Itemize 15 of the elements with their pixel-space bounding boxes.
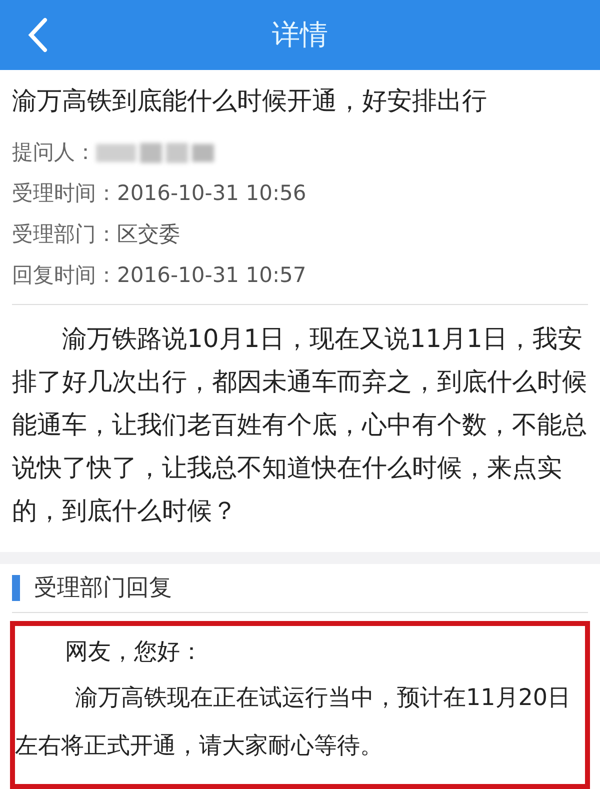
meta-value: 2016-10-31 10:56 [117,180,306,207]
section-heading: 受理部门回复 [34,574,172,603]
meta-value: 2016-10-31 10:57 [117,262,306,289]
meta-value: 区交委 [117,220,180,248]
meta-label: 受理时间： [12,180,117,207]
question-body: 渝万铁路说10月1日，现在又说11月1日，我安排了好几次出行，都因未通车而弃之，到底什么时候能通车，让我们老百姓有个底，心中有个数，不能总说快了快了，让我总不知道快在什么时候，来点实的，到底什么时候？ [11,323,588,527]
back-icon[interactable] [26,17,48,53]
reply-body: 渝万高铁现在正在试运行当中，预计在11月20日左右将正式开通，请大家耐心等待。 [15,684,572,761]
section-marker [12,575,20,601]
meta-label: 受理部门： [12,220,117,248]
reply-greeting: 网友，您好： [64,638,204,667]
question-title: 渝万高铁到底能什么时候开通，好安排出行 [12,85,488,117]
meta-label: 回复时间： [12,262,117,289]
page-title: 详情 [272,17,328,53]
meta-label: 提问人： [12,138,96,166]
